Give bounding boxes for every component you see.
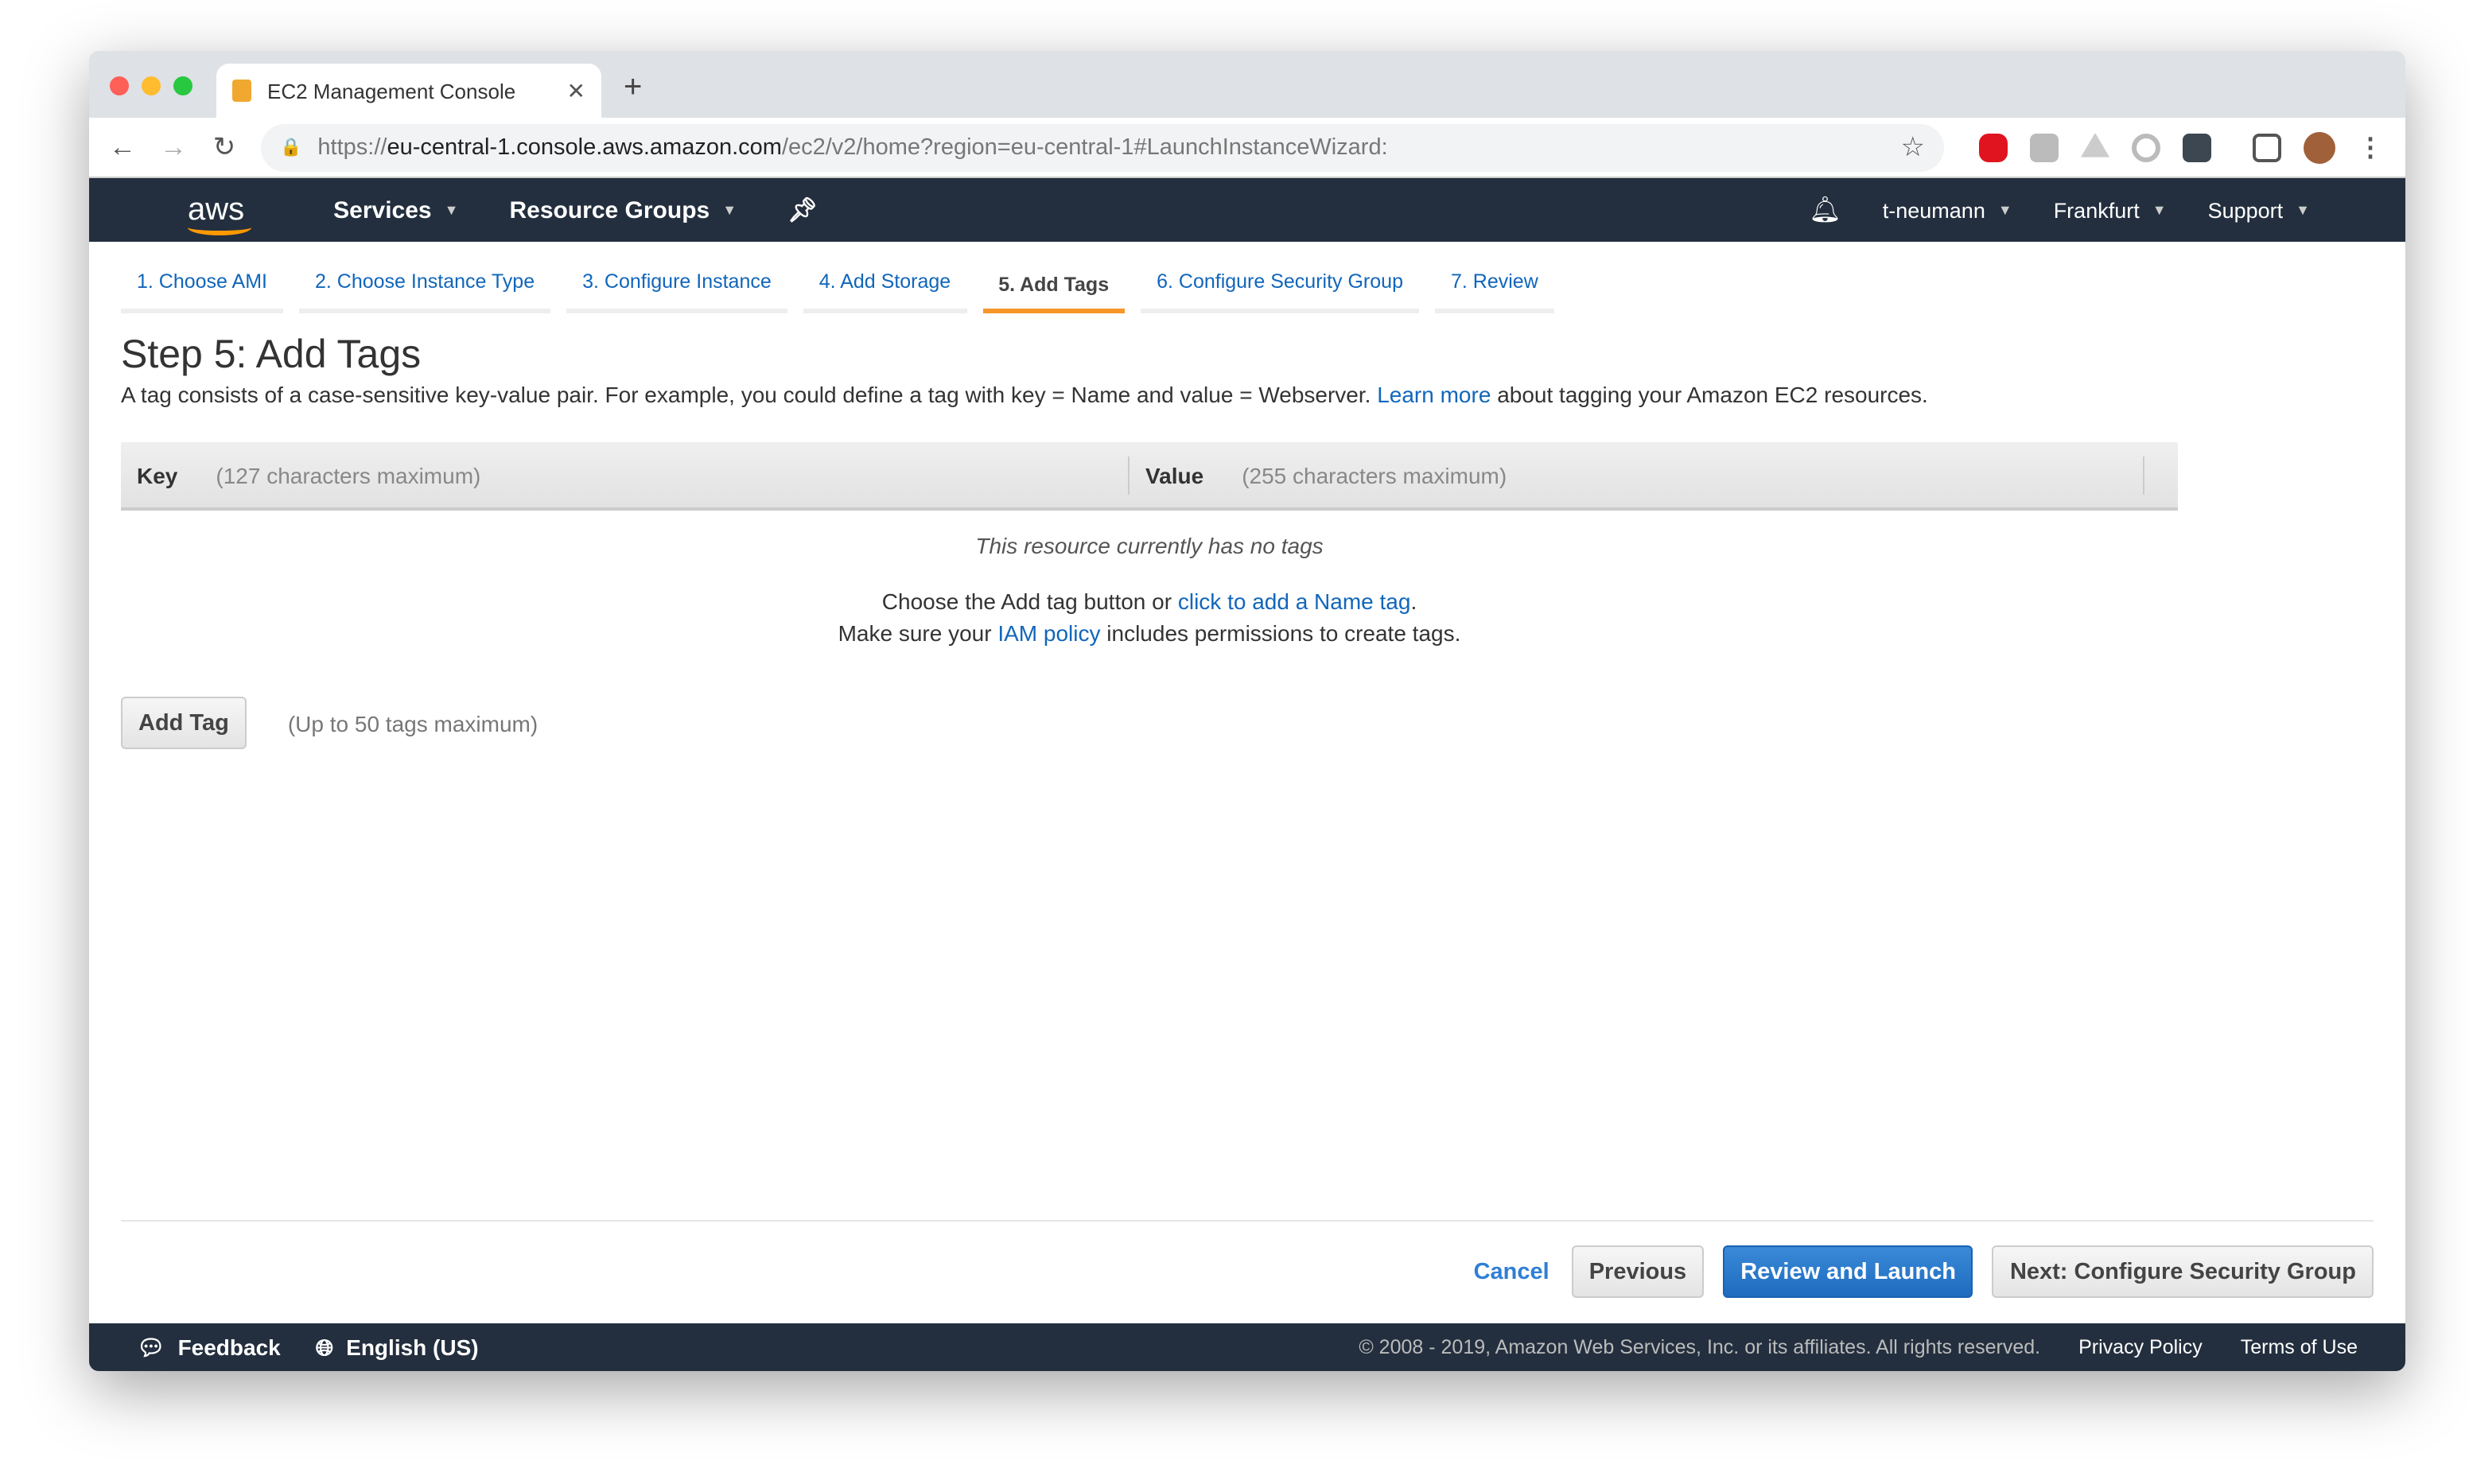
lock-icon: 🔒	[280, 138, 302, 157]
resource-groups-label: Resource Groups	[509, 196, 710, 223]
close-window-button[interactable]	[110, 76, 129, 95]
feedback-label: Feedback	[177, 1334, 281, 1360]
minimize-window-button[interactable]	[142, 76, 161, 95]
key-header: Key	[137, 462, 178, 488]
feedback-link[interactable]: 💬︎ Feedback	[137, 1334, 281, 1361]
url-host: eu-central-1.console.aws.amazon.com	[387, 134, 782, 160]
browser-tab[interactable]: EC2 Management Console ✕	[216, 64, 601, 118]
wizard-tab-configure-instance[interactable]: 3. Configure Instance	[566, 254, 787, 313]
forward-icon[interactable]: →	[159, 131, 188, 163]
tab-title: EC2 Management Console	[267, 79, 516, 103]
url-bar[interactable]: 🔒 https://eu-central-1.console.aws.amazon…	[261, 123, 1944, 171]
cast-icon[interactable]	[2253, 133, 2281, 161]
circle-extension-icon[interactable]	[2132, 133, 2160, 161]
wizard-tab-add-storage[interactable]: 4. Add Storage	[803, 254, 967, 313]
linkedin-extension-icon[interactable]	[2030, 133, 2059, 161]
learn-more-link[interactable]: Learn more	[1377, 382, 1491, 407]
address-toolbar: ← → ↻ 🔒 https://eu-central-1.console.aws.…	[89, 118, 2405, 178]
new-tab-button[interactable]: +	[624, 70, 642, 107]
support-label: Support	[2207, 198, 2284, 222]
reload-icon[interactable]: ↻	[210, 131, 239, 163]
add-tag-button[interactable]: Add Tag	[121, 697, 247, 749]
tags-table-header: Key (127 characters maximum) Value (255 ch…	[121, 442, 2178, 511]
value-header: Value	[1145, 462, 1204, 488]
chevron-down-icon: ▼	[722, 202, 737, 218]
terms-of-use-link[interactable]: Terms of Use	[2241, 1336, 2358, 1358]
wizard-tab-security-group[interactable]: 6. Configure Security Group	[1141, 254, 1419, 313]
lastpass-icon[interactable]	[2183, 133, 2211, 161]
pin-icon[interactable]: 📌︎	[787, 196, 818, 224]
adblock-icon[interactable]	[1979, 133, 2008, 161]
review-and-launch-button[interactable]: Review and Launch	[1723, 1245, 1973, 1298]
wizard-steps: 1. Choose AMI 2. Choose Instance Type 3.…	[89, 254, 2405, 313]
browser-window: EC2 Management Console ✕ + ← → ↻ 🔒 https:/…	[89, 51, 2405, 1371]
region-menu[interactable]: Frankfurt ▼	[2054, 198, 2167, 222]
user-label: t-neumann	[1882, 198, 1985, 222]
key-hint: (127 characters maximum)	[216, 462, 481, 488]
page-title: Step 5: Add Tags	[121, 332, 422, 377]
previous-button[interactable]: Previous	[1571, 1245, 1705, 1298]
next-button[interactable]: Next: Configure Security Group	[1992, 1245, 2374, 1298]
chevron-down-icon: ▼	[444, 202, 459, 218]
no-tags-message: This resource currently has no tags	[975, 533, 1324, 558]
empty-state: This resource currently has no tags Choo…	[121, 533, 2178, 646]
wizard-tab-instance-type[interactable]: 2. Choose Instance Type	[299, 254, 551, 313]
hint-period: .	[1410, 589, 1417, 614]
maximize-window-button[interactable]	[173, 76, 192, 95]
menu-kebab-icon[interactable]: ⋮	[2358, 131, 2383, 163]
desc-text: A tag consists of a case-sensitive key-v…	[121, 382, 1371, 407]
wizard-tab-add-tags[interactable]: 5. Add Tags	[982, 254, 1126, 313]
resource-groups-menu[interactable]: Resource Groups ▼	[509, 196, 737, 223]
url-scheme: https://	[317, 134, 387, 160]
hint-text: includes permissions to create tags.	[1106, 620, 1461, 646]
back-icon[interactable]: ←	[108, 131, 137, 163]
bell-icon[interactable]: 🔔︎	[1809, 194, 1841, 226]
console-footer: 💬︎ Feedback 🌐︎ English (US) © 2008 - 2019,…	[89, 1323, 2405, 1371]
bookmark-star-icon[interactable]: ☆	[1901, 131, 1926, 163]
aws-favicon-icon	[232, 80, 251, 102]
tag-limit-hint: (Up to 50 tags maximum)	[287, 710, 539, 736]
wizard-tab-choose-ami[interactable]: 1. Choose AMI	[121, 254, 283, 313]
services-menu[interactable]: Services ▼	[333, 196, 458, 223]
chevron-down-icon: ▼	[2152, 202, 2167, 218]
copyright: © 2008 - 2019, Amazon Web Services, Inc.…	[1359, 1336, 2041, 1358]
privacy-policy-link[interactable]: Privacy Policy	[2078, 1336, 2203, 1358]
wizard-actions: Cancel Previous Review and Launch Next: …	[121, 1220, 2374, 1322]
page-description: A tag consists of a case-sensitive key-v…	[121, 382, 2374, 407]
drive-icon[interactable]	[2081, 133, 2109, 157]
user-menu[interactable]: t-neumann ▼	[1883, 198, 2012, 222]
language-selector[interactable]: 🌐︎ English (US)	[316, 1334, 479, 1361]
chevron-down-icon: ▼	[2296, 202, 2310, 218]
value-hint: (255 characters maximum)	[1242, 462, 1507, 488]
iam-policy-link[interactable]: IAM policy	[997, 620, 1100, 646]
support-menu[interactable]: Support ▼	[2208, 198, 2310, 222]
url-path: /ec2/v2/home?region=eu-central-1#LaunchI…	[781, 134, 1388, 160]
services-label: Services	[333, 196, 432, 223]
add-name-tag-link[interactable]: click to add a Name tag	[1178, 589, 1411, 614]
chevron-down-icon: ▼	[1997, 202, 2012, 218]
wizard-tab-review[interactable]: 7. Review	[1435, 254, 1554, 313]
globe-icon: 🌐︎	[315, 1334, 334, 1359]
aws-logo[interactable]: aws	[188, 194, 251, 235]
language-label: English (US)	[346, 1334, 479, 1360]
tab-bar: EC2 Management Console ✕ +	[89, 51, 2405, 118]
desc-text-end: about tagging your Amazon EC2 resources.	[1497, 382, 1928, 407]
region-label: Frankfurt	[2053, 198, 2140, 222]
speech-bubble-icon: 💬︎	[137, 1334, 165, 1359]
hint-text: Make sure your	[838, 620, 992, 646]
cancel-button[interactable]: Cancel	[1474, 1259, 1549, 1284]
hint-text: Choose the Add tag button or	[881, 589, 1172, 614]
aws-top-nav: aws Services ▼ Resource Groups ▼ 📌︎ 🔔︎ t-n…	[89, 178, 2405, 242]
close-tab-icon[interactable]: ✕	[567, 77, 585, 104]
profile-avatar[interactable]	[2304, 131, 2335, 163]
